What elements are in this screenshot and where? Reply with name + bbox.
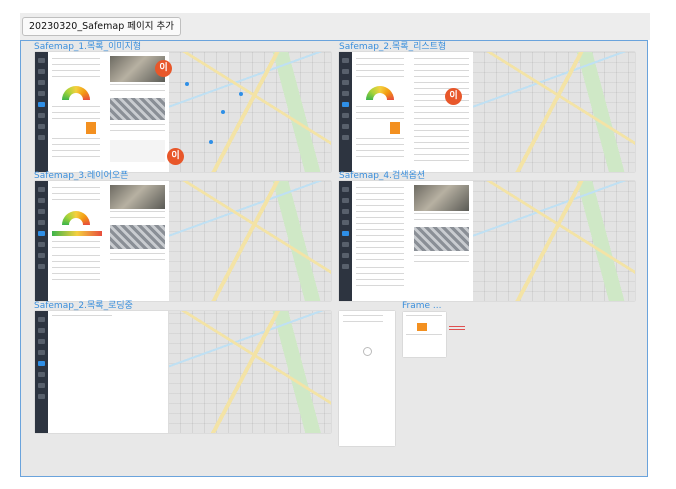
search-options-panel (352, 181, 411, 301)
map-view[interactable] (169, 311, 331, 433)
map-view[interactable] (473, 181, 635, 301)
map-view[interactable] (473, 52, 635, 172)
sidebar (35, 311, 48, 433)
sidebar (339, 181, 352, 301)
figma-canvas[interactable]: Safemap_1.목록_이미지형 이 이 Safemap_2.목록_리스트형 (20, 40, 648, 477)
frame-safemap-3[interactable] (35, 181, 331, 301)
frame-label-2[interactable]: Safemap_2.목록_리스트형 (339, 42, 446, 52)
page-tab[interactable]: 20230320_Safemap 페이지 추가 (22, 17, 181, 36)
frame-label-6[interactable]: Frame ... (402, 301, 442, 311)
annotation-note (449, 326, 465, 332)
text-list-panel (410, 52, 474, 172)
map-view[interactable] (169, 52, 331, 172)
image-list-panel (410, 181, 474, 301)
frame-safemap-loading[interactable] (35, 311, 331, 433)
list-panel (48, 52, 107, 172)
sidebar (35, 52, 48, 172)
list-panel (352, 52, 411, 172)
loading-panel (48, 311, 169, 433)
frame-safemap-1[interactable]: 이 이 (35, 52, 331, 172)
image-list-panel (106, 181, 170, 301)
mobile-loading-frame[interactable] (339, 311, 395, 446)
frame-label-1[interactable]: Safemap_1.목록_이미지형 (34, 42, 141, 52)
comment-badge[interactable]: 이 (155, 60, 172, 77)
comment-badge[interactable]: 이 (445, 88, 462, 105)
map-view[interactable] (169, 181, 331, 301)
frame-safemap-2[interactable]: 이 (339, 52, 635, 172)
frame-label-5[interactable]: Safemap_2.목록_로딩중 (34, 301, 133, 311)
sidebar (35, 181, 48, 301)
spinner-icon (363, 347, 372, 356)
frame-label-3[interactable]: Safemap_3.레이어오픈 (34, 171, 128, 181)
sidebar (339, 52, 352, 172)
frame-misc[interactable] (403, 312, 446, 357)
frame-label-4[interactable]: Safemap_4.검색옵션 (339, 171, 425, 181)
layer-panel (48, 181, 107, 301)
comment-badge[interactable]: 이 (167, 148, 184, 165)
frame-safemap-4[interactable] (339, 181, 635, 301)
